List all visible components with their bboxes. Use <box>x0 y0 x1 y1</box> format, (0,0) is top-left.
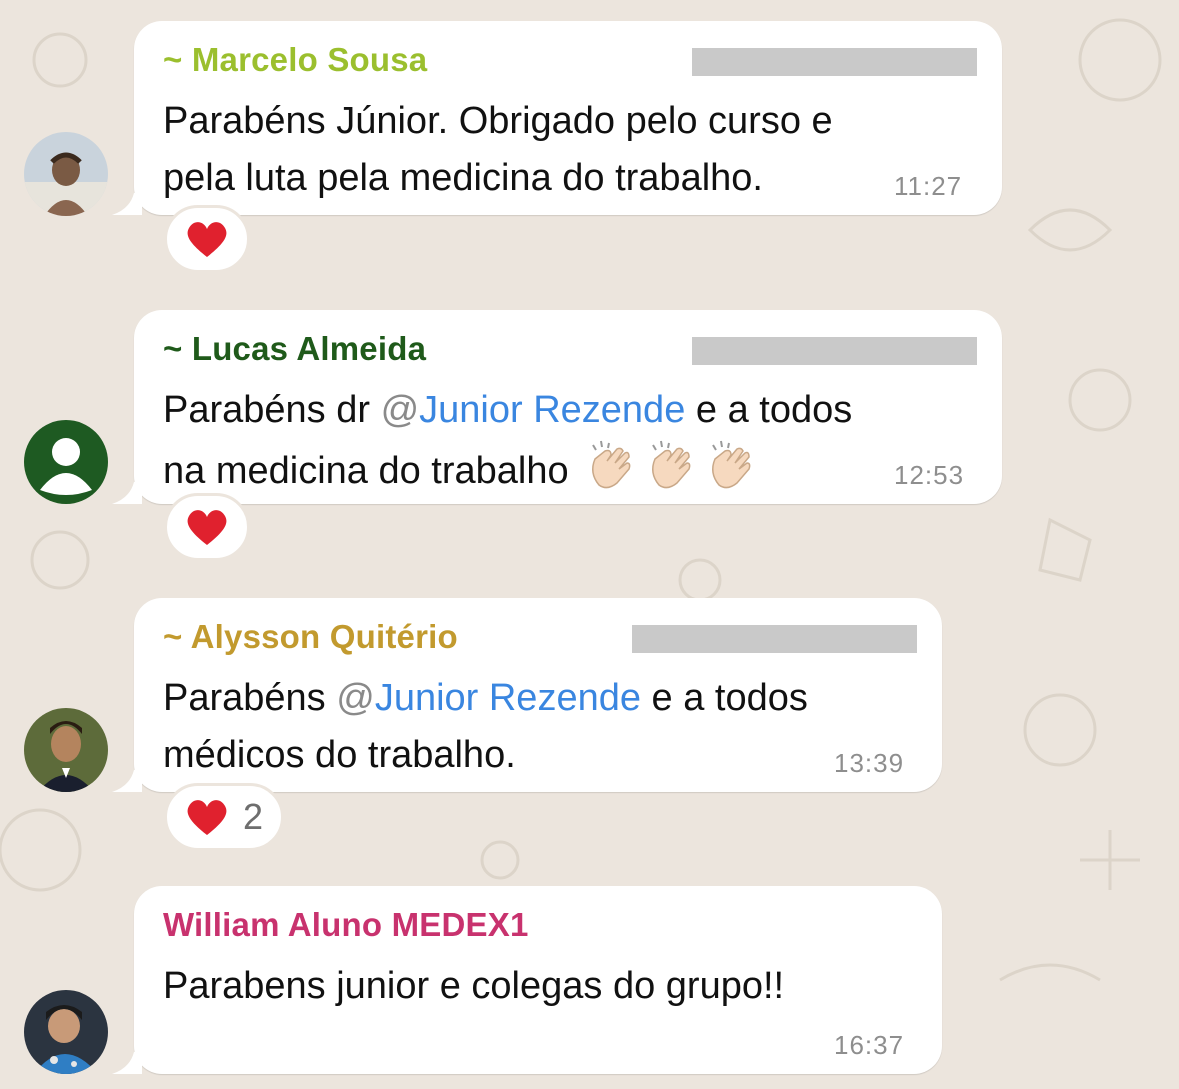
text-fragment: Parabéns <box>163 677 337 719</box>
heart-icon <box>187 222 227 257</box>
text-fragment: na medicina do trabalho <box>163 450 569 492</box>
text-fragment: Parabéns dr <box>163 389 381 431</box>
mention-name: Junior Rezende <box>374 677 641 719</box>
bubble-tail <box>112 1052 142 1074</box>
message-text: Parabéns Júnior. Obrigado pelo curso e p… <box>163 93 833 207</box>
message-line: Parabens junior e colegas do grupo!! <box>163 965 785 1007</box>
bubble-tail <box>112 770 142 792</box>
redacted-phone-number <box>632 625 917 653</box>
mention-junior-rezende[interactable]: @Junior Rezende <box>336 677 641 719</box>
avatar-alysson-quiterio[interactable] <box>24 708 108 792</box>
reaction-count: 2 <box>243 796 264 837</box>
message-timestamp: 11:27 <box>894 171 963 201</box>
message-bubble[interactable]: ~ Lucas Almeida Parabéns dr @Junior Reze… <box>112 310 1002 504</box>
message-line: Parabéns dr @Junior Rezende e a todos <box>163 382 852 439</box>
redacted-phone-number <box>692 48 977 76</box>
reaction-badge[interactable] <box>164 205 250 273</box>
heart-icon <box>187 510 227 545</box>
avatar-william[interactable] <box>24 990 108 1074</box>
message-line: pela luta pela medicina do trabalho. <box>163 157 763 199</box>
heart-icon <box>187 800 227 835</box>
message-bubble[interactable]: William Aluno MEDEX1 Parabens junior e c… <box>112 886 942 1074</box>
text-fragment: e a todos <box>640 677 808 719</box>
bubble-tail <box>112 193 142 215</box>
message-text: Parabéns dr @Junior Rezende e a todos na… <box>163 382 852 500</box>
clapping-hands-icon <box>592 440 631 489</box>
sender-name[interactable]: ~ Alysson Quitério <box>163 618 458 656</box>
message-text: Parabens junior e colegas do grupo!! <box>163 958 784 1015</box>
clapping-hands-icon <box>712 440 751 489</box>
message-line: na medicina do trabalho <box>163 439 852 500</box>
message-line: Parabéns Júnior. Obrigado pelo curso e <box>163 100 833 142</box>
avatar-marcelo-sousa[interactable] <box>24 132 108 216</box>
mention-name: Junior Rezende <box>419 389 686 431</box>
message-timestamp: 16:37 <box>834 1030 905 1060</box>
clapping-hands-icon <box>652 440 691 489</box>
reaction-badge[interactable]: 2 <box>164 783 285 851</box>
sender-name[interactable]: William Aluno MEDEX1 <box>163 906 529 944</box>
message-line: Parabéns @Junior Rezende e a todos <box>163 670 808 727</box>
bubble-tail <box>112 482 142 504</box>
mention-at: @ <box>336 677 375 719</box>
text-fragment: e a todos <box>685 389 853 431</box>
mention-junior-rezende[interactable]: @Junior Rezende <box>381 389 686 431</box>
message-timestamp: 13:39 <box>834 748 905 778</box>
message-timestamp: 12:53 <box>894 460 965 490</box>
reaction-badge[interactable] <box>164 493 250 561</box>
message-bubble[interactable]: ~ Marcelo Sousa Parabéns Júnior. Obrigad… <box>112 21 1002 215</box>
sender-name[interactable]: ~ Marcelo Sousa <box>163 41 427 79</box>
avatar-lucas-almeida[interactable] <box>24 420 108 504</box>
sender-name[interactable]: ~ Lucas Almeida <box>163 330 426 368</box>
message-text: Parabéns @Junior Rezende e a todos médic… <box>163 670 808 784</box>
message-bubble[interactable]: ~ Alysson Quitério Parabéns @Junior Reze… <box>112 598 942 792</box>
mention-at: @ <box>380 389 420 431</box>
redacted-phone-number <box>692 337 977 365</box>
message-line: médicos do trabalho. <box>163 734 516 776</box>
